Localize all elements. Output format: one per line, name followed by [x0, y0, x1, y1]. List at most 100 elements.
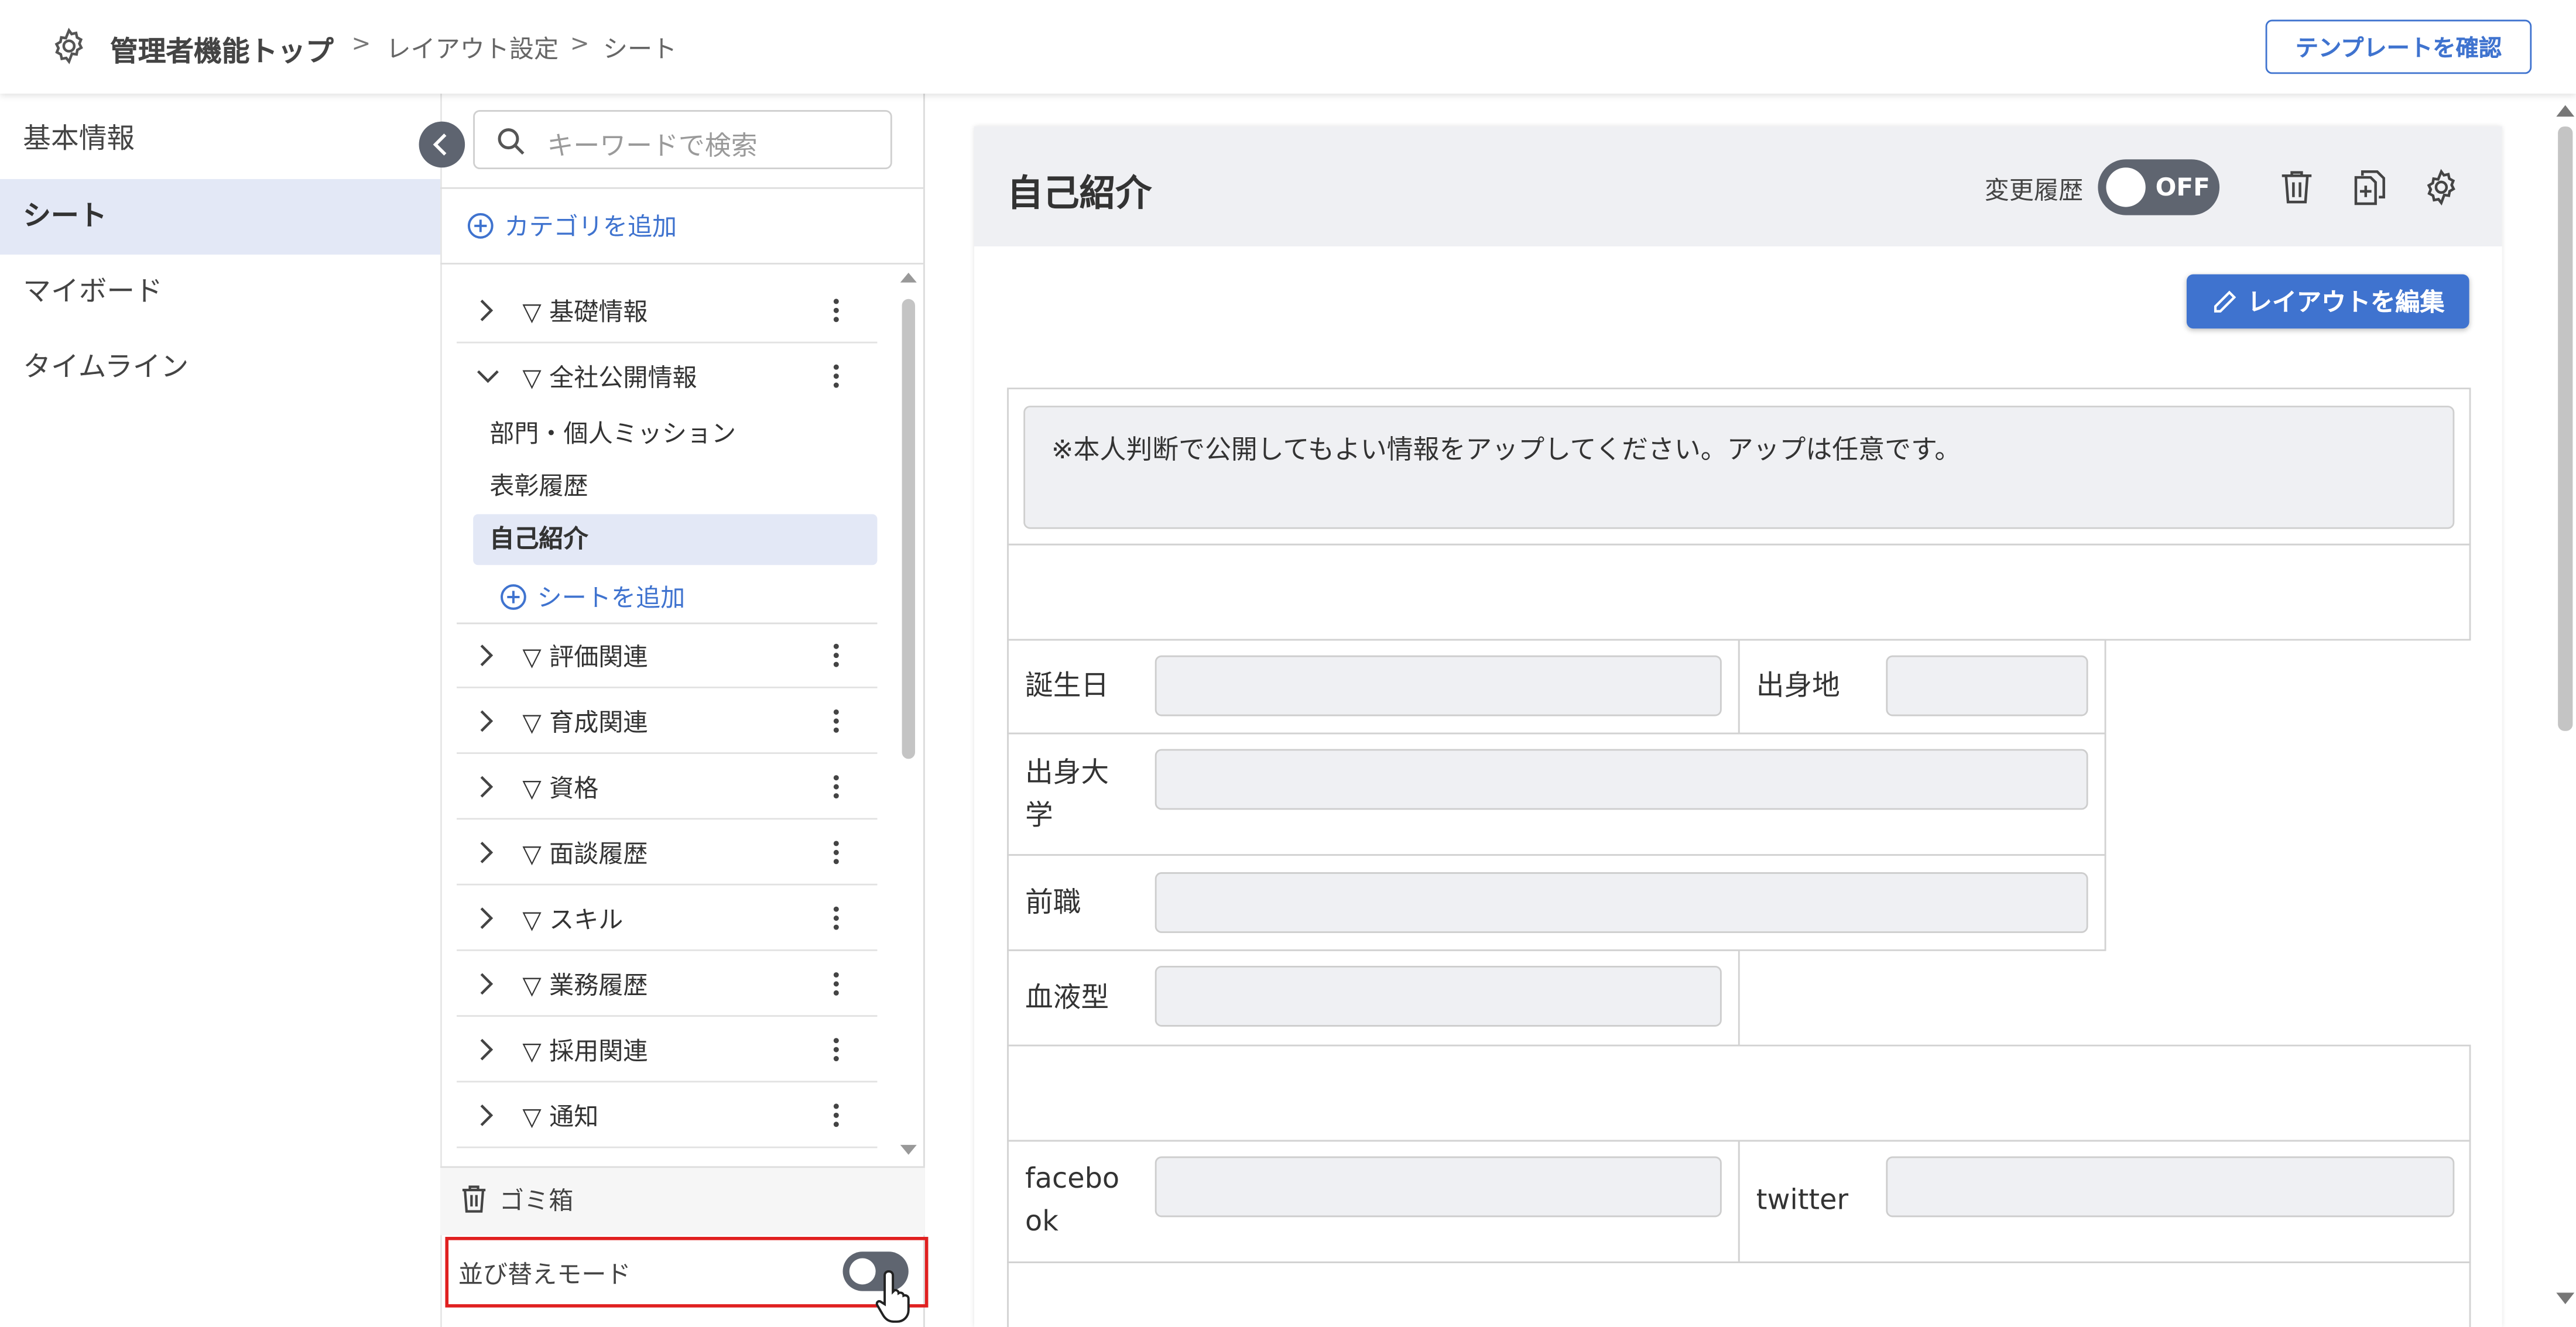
chevron-right-icon — [480, 1104, 494, 1126]
scroll-down-icon[interactable] — [899, 1143, 919, 1158]
add-category-label: カテゴリを追加 — [504, 211, 677, 242]
facebook-label-line2: ok — [1025, 1205, 1059, 1239]
toggle-knob — [2106, 167, 2146, 207]
category-label: ▽ 面談履歴 — [522, 839, 648, 869]
scroll-up-icon[interactable] — [899, 269, 919, 284]
sheet-item[interactable]: 部門・個人ミッション — [473, 409, 877, 460]
trash-icon — [462, 1185, 486, 1213]
category-label: ▽ 通知 — [522, 1102, 599, 1132]
chevron-right-icon — [480, 841, 494, 863]
template-confirm-button[interactable]: テンプレートを確認 — [2265, 19, 2532, 74]
empty-row — [1007, 543, 2471, 641]
more-vertical-icon[interactable] — [821, 640, 851, 670]
chevron-right-icon — [480, 644, 494, 667]
more-vertical-icon[interactable] — [821, 838, 851, 867]
category-row[interactable]: ▽ 採用関連 — [457, 1017, 878, 1083]
search-icon — [498, 128, 525, 155]
previous-job-label: 前職 — [1025, 887, 1081, 920]
facebook-label-line1: facebo — [1025, 1163, 1120, 1196]
more-vertical-icon[interactable] — [821, 1100, 851, 1130]
empty-row — [1007, 1044, 2471, 1142]
chevron-right-icon — [480, 776, 494, 798]
previous-job-field[interactable] — [1155, 872, 2088, 933]
more-vertical-icon[interactable] — [821, 361, 851, 391]
sort-mode-label: 並び替えモード — [458, 1260, 631, 1290]
page-scroll-up-icon[interactable] — [2555, 102, 2576, 118]
notice-box — [1023, 406, 2455, 529]
more-vertical-icon[interactable] — [821, 296, 851, 325]
category-row[interactable]: ▽ 通知 — [457, 1082, 878, 1148]
plus-circle-icon — [467, 212, 494, 239]
category-row[interactable]: ▽ 全社公開情報 — [457, 343, 877, 409]
add-sheet-label: シートを追加 — [537, 583, 686, 613]
field-cell — [1007, 1261, 2471, 1327]
more-vertical-icon[interactable] — [821, 707, 851, 736]
chevron-right-icon — [480, 299, 494, 321]
category-label: ▽ 育成関連 — [522, 708, 648, 738]
category-row[interactable]: ▽ 基礎情報 — [457, 277, 878, 344]
category-row[interactable]: ▽ 評価関連 — [457, 623, 878, 688]
collapse-sidebar-button[interactable] — [419, 121, 465, 168]
add-sheet-button[interactable]: シートを追加 — [499, 580, 685, 615]
settings-gear-icon[interactable] — [2421, 167, 2461, 207]
chevron-down-icon — [477, 370, 499, 383]
chevron-right-icon — [480, 907, 494, 930]
sheet-item[interactable]: 表彰履歴 — [473, 462, 877, 513]
notice-text: ※本人判断で公開してもよい情報をアップしてください。アップは任意です。 — [1051, 433, 1961, 465]
facebook-field[interactable] — [1155, 1156, 1722, 1218]
nav-item-sheet[interactable]: シート — [0, 179, 441, 255]
category-row[interactable]: ▽ スキル — [457, 885, 878, 951]
twitter-label: twitter — [1756, 1184, 1849, 1218]
category-label: ▽ 全社公開情報 — [522, 363, 697, 393]
university-label-line1: 出身大 — [1025, 757, 1109, 790]
trash-label[interactable]: ゴミ箱 — [499, 1182, 573, 1217]
copy-icon[interactable] — [2349, 167, 2389, 207]
breadcrumb-top[interactable]: 管理者機能トップ — [110, 28, 334, 69]
category-label: ▽ 業務履歴 — [522, 971, 648, 1000]
birthplace-label: 出身地 — [1756, 670, 1840, 704]
page-scroll-down-icon[interactable] — [2555, 1291, 2576, 1308]
nav-item-myboard[interactable]: マイボード — [0, 255, 440, 330]
page-title: 自己紹介 — [1007, 174, 1152, 215]
birthplace-field[interactable] — [1886, 655, 2088, 716]
birthday-field[interactable] — [1155, 655, 1722, 716]
category-label: ▽ 基礎情報 — [522, 297, 648, 327]
add-category-button[interactable]: カテゴリを追加 — [467, 208, 677, 243]
nav-item-basic-info[interactable]: 基本情報 — [0, 102, 440, 177]
university-label-line2: 学 — [1025, 800, 1053, 833]
breadcrumb-current: シート — [602, 34, 677, 64]
blood-type-field[interactable] — [1155, 965, 1722, 1027]
chevron-right-icon — [480, 1038, 494, 1061]
chevron-right-icon — [480, 710, 494, 732]
category-row[interactable]: ▽ 育成関連 — [457, 688, 878, 755]
breadcrumb-separator-icon: > — [351, 31, 371, 58]
sheet-item-active[interactable]: 自己紹介 — [473, 514, 878, 565]
tree-scrollbar-thumb[interactable] — [902, 299, 916, 759]
breadcrumb-separator-icon: > — [570, 31, 590, 58]
trash-icon[interactable] — [2277, 167, 2316, 207]
category-row[interactable]: ▽ 面談履歴 — [457, 819, 878, 886]
page-scrollbar-thumb[interactable] — [2558, 126, 2573, 731]
category-row[interactable]: ▽ 資格 — [457, 754, 878, 820]
more-vertical-icon[interactable] — [821, 1035, 851, 1065]
edit-layout-button[interactable]: レイアウトを編集 — [2186, 274, 2469, 329]
category-label: ▽ 採用関連 — [522, 1036, 648, 1067]
chevron-left-icon — [433, 133, 447, 156]
category-row[interactable]: ▽ 業務履歴 — [457, 951, 878, 1017]
university-field[interactable] — [1155, 749, 2088, 810]
breadcrumb-layout-settings[interactable]: レイアウト設定 — [386, 31, 559, 66]
category-label: ▽ スキル — [522, 905, 624, 935]
edit-layout-label: レイアウトを編集 — [2247, 287, 2445, 317]
more-vertical-icon[interactable] — [821, 772, 851, 802]
history-toggle-state: OFF — [2155, 172, 2210, 203]
plus-circle-icon — [501, 584, 526, 610]
nav-item-timeline[interactable]: タイムライン — [0, 330, 440, 406]
divider — [440, 262, 925, 265]
category-label: ▽ 評価関連 — [522, 642, 648, 672]
history-label: 変更履歴 — [1984, 176, 2084, 205]
more-vertical-icon[interactable] — [821, 903, 851, 933]
more-vertical-icon[interactable] — [821, 969, 851, 999]
blood-type-label: 血液型 — [1025, 982, 1109, 1016]
hand-pointer-cursor-icon — [875, 1270, 910, 1323]
twitter-field[interactable] — [1886, 1156, 2455, 1218]
